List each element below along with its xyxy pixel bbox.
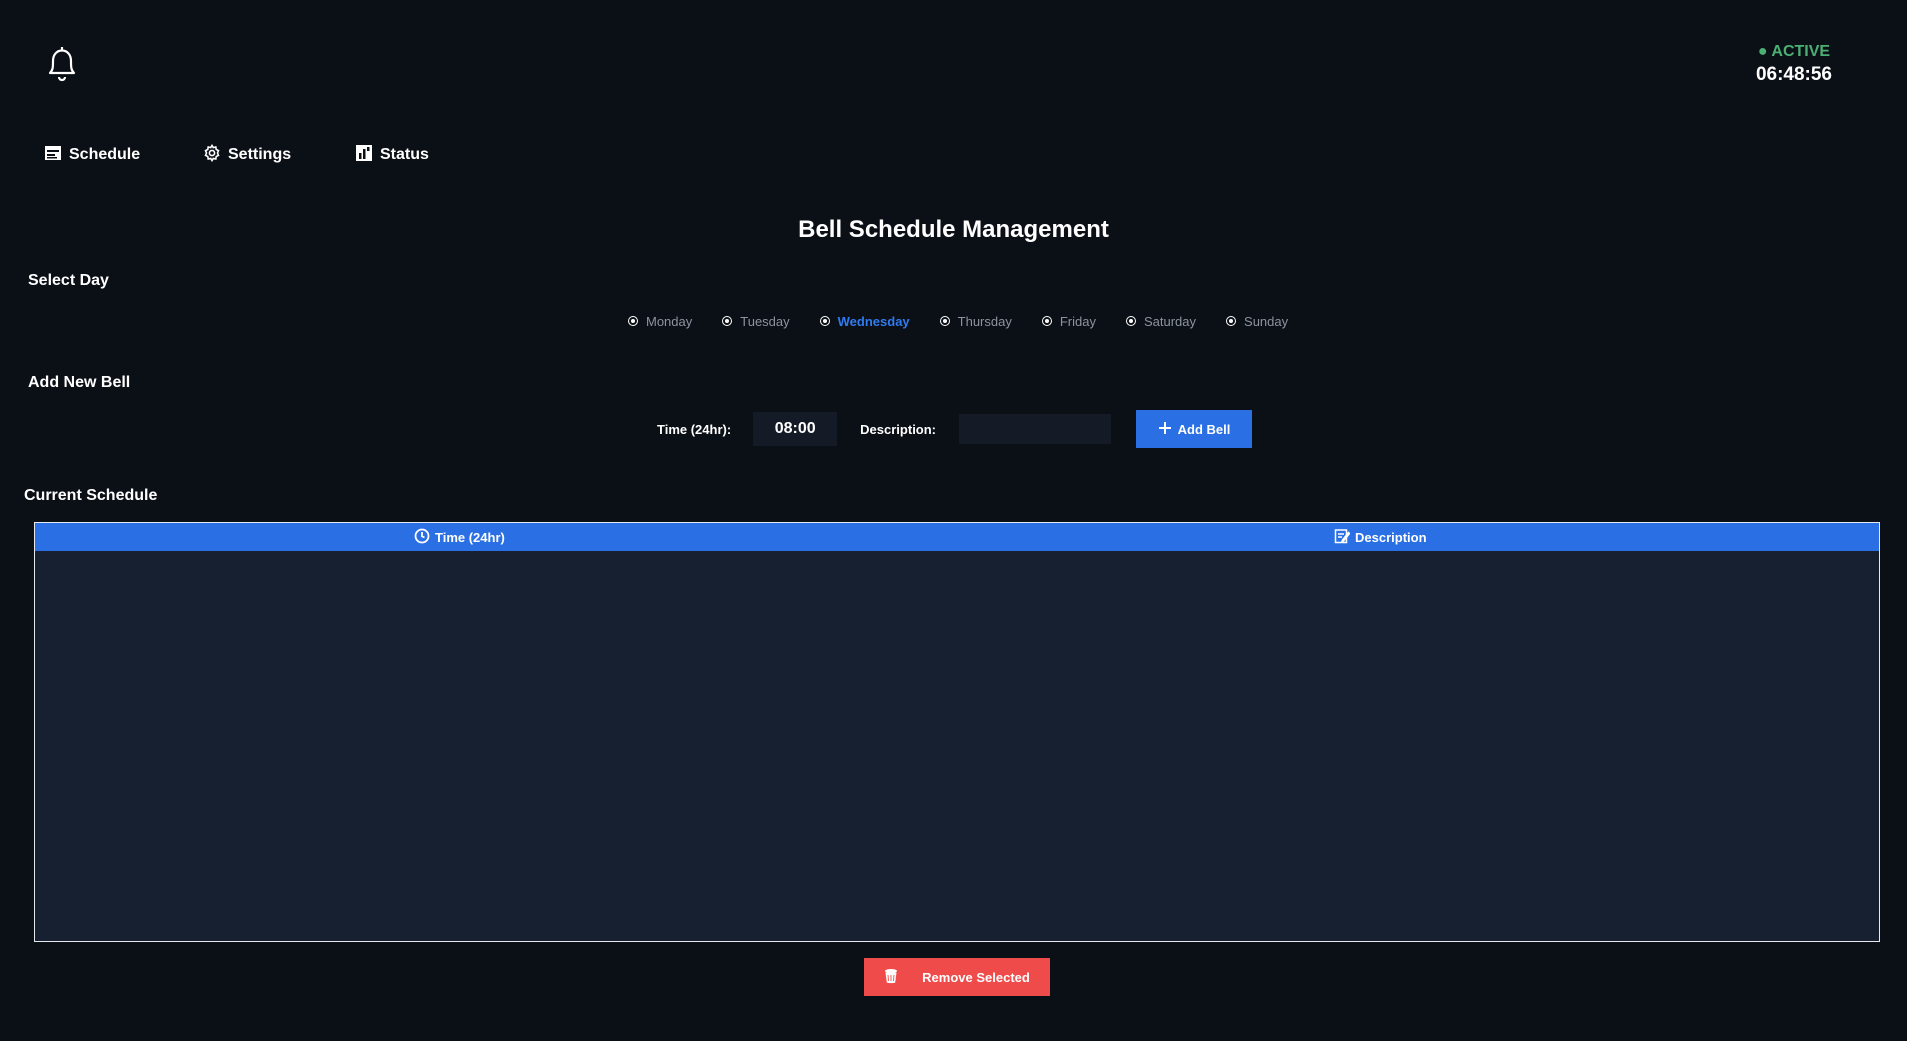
plus-icon: [1158, 421, 1172, 438]
day-option-thursday[interactable]: Thursday: [939, 313, 1012, 329]
radio-button[interactable]: [722, 316, 733, 326]
clock-icon: [414, 528, 430, 547]
column-header-description-label: Description: [1355, 529, 1427, 545]
description-input[interactable]: [959, 414, 1112, 444]
day-option-friday[interactable]: Friday: [1041, 313, 1096, 329]
bar-chart-icon: [355, 144, 373, 167]
day-label: Monday: [646, 313, 693, 329]
radio-button[interactable]: [819, 316, 830, 326]
nav-schedule-label: Schedule: [69, 146, 141, 163]
memo-icon: [1334, 528, 1351, 547]
time-input[interactable]: [753, 412, 838, 446]
day-label: Sunday: [1244, 313, 1289, 329]
page-title: Bell Schedule Management: [798, 216, 1109, 243]
nav-settings[interactable]: Settings: [203, 143, 292, 167]
radio-button[interactable]: [628, 316, 638, 326]
remove-selected-label: Remove Selected: [922, 969, 1030, 985]
day-label: Tuesday: [740, 313, 790, 329]
gear-icon: [203, 143, 221, 167]
day-option-monday[interactable]: Monday: [628, 314, 692, 329]
nav-status[interactable]: Status: [355, 144, 429, 166]
radio-button[interactable]: [939, 316, 950, 326]
day-option-tuesday[interactable]: Tuesday: [722, 313, 790, 329]
add-bell-label: Add Bell: [1177, 421, 1231, 437]
status-area: ● ACTIVE 06:48:56: [1756, 42, 1832, 87]
radio-button[interactable]: [1226, 316, 1237, 326]
calendar-icon: [44, 144, 62, 167]
time-label: Time (24hr):: [657, 421, 732, 437]
day-option-saturday[interactable]: Saturday: [1125, 313, 1197, 329]
day-label: Saturday: [1143, 313, 1197, 329]
status-indicator: ● ACTIVE: [1757, 43, 1831, 60]
day-label: Thursday: [957, 313, 1012, 329]
trash-icon: [884, 968, 898, 987]
day-selector: Monday Tuesday Wednesday Thursday Friday…: [628, 312, 1288, 330]
schedule-table[interactable]: Time (24hr) Description: [34, 522, 1880, 942]
clock-display: 06:48:56: [1755, 64, 1832, 85]
nav-status-label: Status: [380, 146, 429, 163]
add-bell-button[interactable]: Add Bell: [1136, 410, 1253, 448]
add-bell-heading: Add New Bell: [28, 374, 131, 391]
description-label: Description:: [860, 421, 937, 437]
radio-button[interactable]: [1041, 316, 1052, 326]
select-day-heading: Select Day: [28, 272, 109, 289]
nav-settings-label: Settings: [228, 146, 292, 163]
column-header-time-label: Time (24hr): [435, 529, 505, 545]
remove-selected-button[interactable]: Remove Selected: [864, 958, 1050, 996]
table-header: Time (24hr) Description: [35, 523, 1879, 551]
day-option-wednesday[interactable]: Wednesday: [819, 313, 910, 329]
column-header-time[interactable]: Time (24hr): [414, 523, 505, 551]
nav-schedule[interactable]: Schedule: [44, 144, 140, 166]
bell-icon: [42, 43, 82, 85]
column-header-description[interactable]: Description: [1334, 523, 1427, 551]
day-option-sunday[interactable]: Sunday: [1226, 314, 1288, 329]
day-label: Friday: [1059, 313, 1096, 329]
current-schedule-heading: Current Schedule: [24, 487, 158, 504]
day-label: Wednesday: [837, 313, 910, 329]
radio-button[interactable]: [1125, 316, 1136, 326]
add-bell-form: Time (24hr): Description: Add Bell: [657, 410, 1253, 448]
